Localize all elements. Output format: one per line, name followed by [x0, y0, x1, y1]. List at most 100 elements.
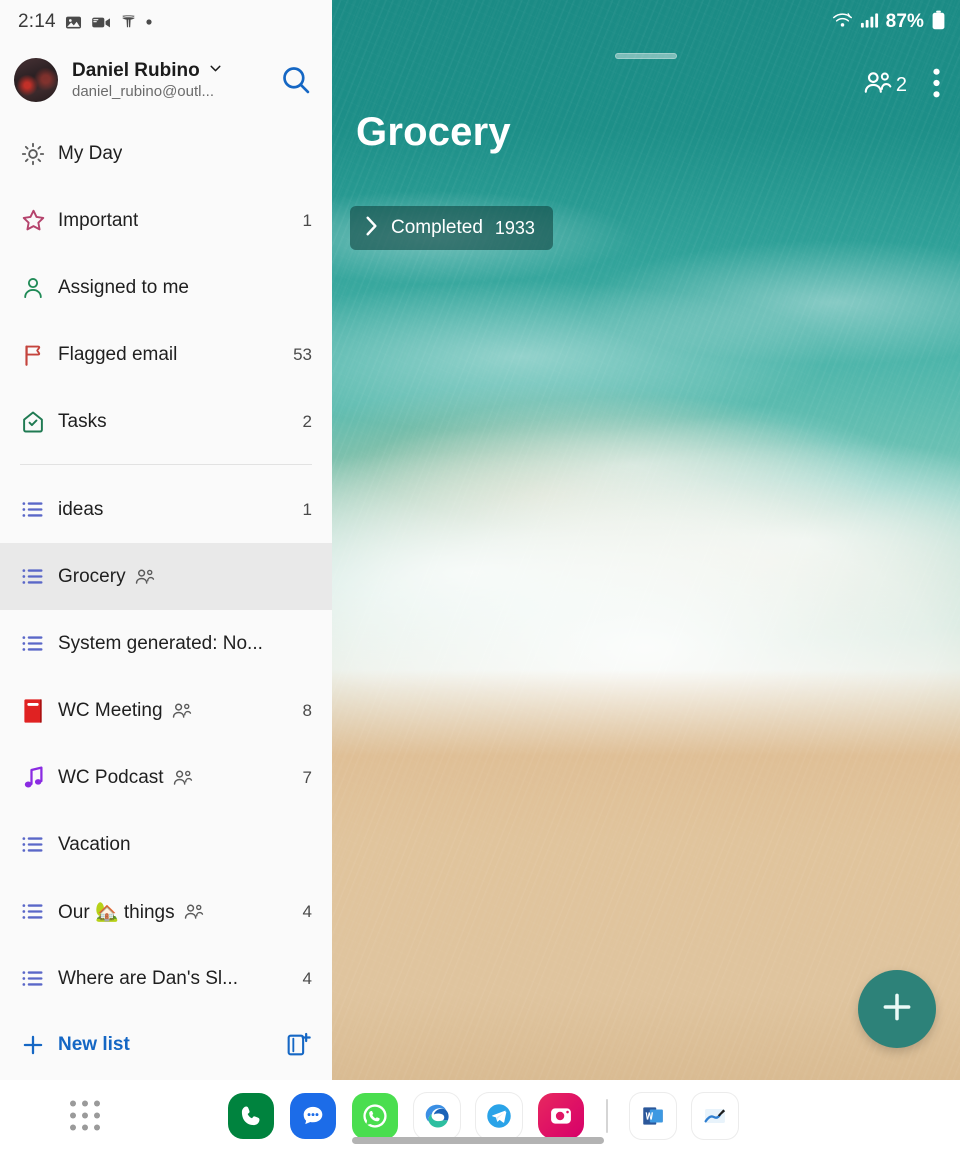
taskbar [0, 1080, 960, 1152]
sidebar-item-label: Vacation [58, 833, 131, 855]
plus-icon [877, 987, 917, 1032]
shared-list-people-icon [134, 567, 156, 587]
completed-section-toggle[interactable]: Completed 1933 [350, 206, 553, 250]
sidebar-item-vacation[interactable]: Vacation [0, 811, 332, 878]
list-icon [20, 832, 58, 857]
page-title: Grocery [356, 110, 511, 154]
samsung-messages-icon[interactable] [290, 1093, 336, 1139]
detail-header-actions: 2 [863, 64, 950, 107]
chevron-down-icon[interactable] [207, 60, 224, 82]
account-name: Daniel Rubino [72, 60, 200, 81]
sidebar-item-label: My Day [58, 142, 123, 164]
home-check-icon [20, 409, 58, 435]
sidebar-item-grocery[interactable]: Grocery [0, 543, 332, 610]
sidebar-item-label: ideas [58, 498, 104, 520]
sidebar-item-assigned-to-me[interactable]: Assigned to me [0, 254, 332, 321]
avatar[interactable] [14, 58, 58, 102]
custom-lists: ideas 1 Grocery System generated: No... WC M… [0, 474, 332, 1012]
completed-count: 1933 [494, 217, 535, 238]
sidebar-item-label: WC Meeting [58, 699, 163, 721]
taskbar-separator [606, 1099, 608, 1133]
sidebar-item-count: 7 [302, 767, 312, 787]
shared-list-people-icon [172, 768, 194, 788]
list-icon [20, 899, 58, 924]
shared-list-people-icon [183, 902, 205, 922]
telegram-icon[interactable] [476, 1093, 522, 1139]
plus-icon [20, 1032, 58, 1058]
wifi-icon [832, 11, 853, 34]
tesla-icon [120, 14, 137, 31]
sidebar-item-my-day[interactable]: My Day [0, 120, 332, 187]
sidebar-item-ideas[interactable]: ideas 1 [0, 476, 332, 543]
share-count: 2 [895, 74, 907, 96]
sidebar-item-label: Tasks [58, 410, 107, 432]
microsoft-word-icon[interactable] [630, 1093, 676, 1139]
sidebar-item-our-things[interactable]: Our 🏡 things 4 [0, 878, 332, 945]
instagram-icon[interactable] [538, 1093, 584, 1139]
music-icon [20, 764, 58, 792]
signal-icon [860, 11, 879, 34]
phone-screen: 2:14 Daniel Rubino daniel_rubino@outl...… [0, 0, 960, 1152]
star-icon [20, 207, 58, 234]
sidebar-item-label: Assigned to me [58, 276, 189, 298]
sidebar-item-count: 4 [302, 901, 312, 921]
sidebar-item-tasks[interactable]: Tasks 2 [0, 388, 332, 455]
sidebar-item-important[interactable]: Important 1 [0, 187, 332, 254]
smart-lists: My Day Important 1 Assigned to me Flagged em… [0, 118, 332, 455]
microsoft-edge-icon[interactable] [414, 1093, 460, 1139]
sidebar-divider [20, 464, 312, 465]
apps-grid-icon[interactable] [70, 1100, 101, 1132]
taskbar-apps [228, 1093, 738, 1139]
add-task-button[interactable] [858, 970, 936, 1048]
people-icon [863, 70, 893, 101]
samsung-phone-icon[interactable] [228, 1093, 274, 1139]
dot-icon [145, 18, 153, 26]
sidebar-item-flagged-email[interactable]: Flagged email 53 [0, 321, 332, 388]
account-info: Daniel Rubino daniel_rubino@outl... [72, 60, 274, 100]
video-call-icon [91, 13, 112, 32]
list-icon [20, 497, 58, 522]
new-group-icon[interactable] [284, 1031, 312, 1059]
status-bar-left: 2:14 [0, 0, 332, 44]
new-list-label: New list [58, 1034, 130, 1055]
sidebar-item-label: WC Podcast [58, 766, 164, 788]
new-list-row[interactable]: New list [0, 1012, 332, 1078]
sidebar-item-wc-meeting[interactable]: WC Meeting 8 [0, 677, 332, 744]
status-bar-right: 87% [832, 0, 946, 44]
share-list-button[interactable]: 2 [863, 70, 907, 101]
book-icon [20, 697, 58, 725]
whatsapp-icon[interactable] [352, 1093, 398, 1139]
account-email: daniel_rubino@outl... [72, 83, 214, 100]
onedrive-sketch-icon[interactable] [692, 1093, 738, 1139]
sidebar-item-wc-podcast[interactable]: WC Podcast 7 [0, 744, 332, 811]
list-icon [20, 966, 58, 991]
search-input[interactable] [274, 58, 318, 102]
gesture-home-bar[interactable] [352, 1137, 604, 1144]
sidebar-item-label: System generated: No... [58, 632, 263, 654]
account-row[interactable]: Daniel Rubino daniel_rubino@outl... [0, 44, 332, 118]
photo-icon [64, 13, 83, 32]
list-detail-pane: 87% 2 Grocery Completed 1933 [332, 0, 960, 1080]
sidebar-item-count: 1 [302, 499, 312, 519]
sidebar-item-label: Grocery [58, 565, 126, 587]
shared-list-people-icon [171, 701, 193, 721]
completed-label: Completed [391, 217, 483, 238]
flag-icon [20, 342, 58, 368]
sidebar-item-label: Important [58, 209, 139, 231]
sidebar-item-where-are-dan-s-sl[interactable]: Where are Dan's Sl... 4 [0, 945, 332, 1012]
sidebar-item-count: 4 [302, 968, 312, 988]
sidebar-item-label: Where are Dan's Sl... [58, 967, 238, 989]
sidebar-item-count: 53 [293, 344, 312, 364]
pane-drag-handle[interactable] [615, 53, 677, 59]
beach-texture-overlay [332, 0, 960, 1080]
account-name-row[interactable]: Daniel Rubino [72, 60, 274, 82]
more-vertical-icon[interactable] [923, 64, 950, 107]
sidebar-item-count: 2 [302, 411, 312, 431]
battery-percent: 87% [885, 11, 924, 32]
sun-icon [20, 141, 58, 167]
lists-sidebar: 2:14 Daniel Rubino daniel_rubino@outl...… [0, 0, 332, 1080]
sidebar-item-count: 8 [302, 700, 312, 720]
status-time: 2:14 [18, 11, 56, 32]
chevron-right-icon [364, 215, 379, 242]
sidebar-item-system-generated-no[interactable]: System generated: No... [0, 610, 332, 677]
